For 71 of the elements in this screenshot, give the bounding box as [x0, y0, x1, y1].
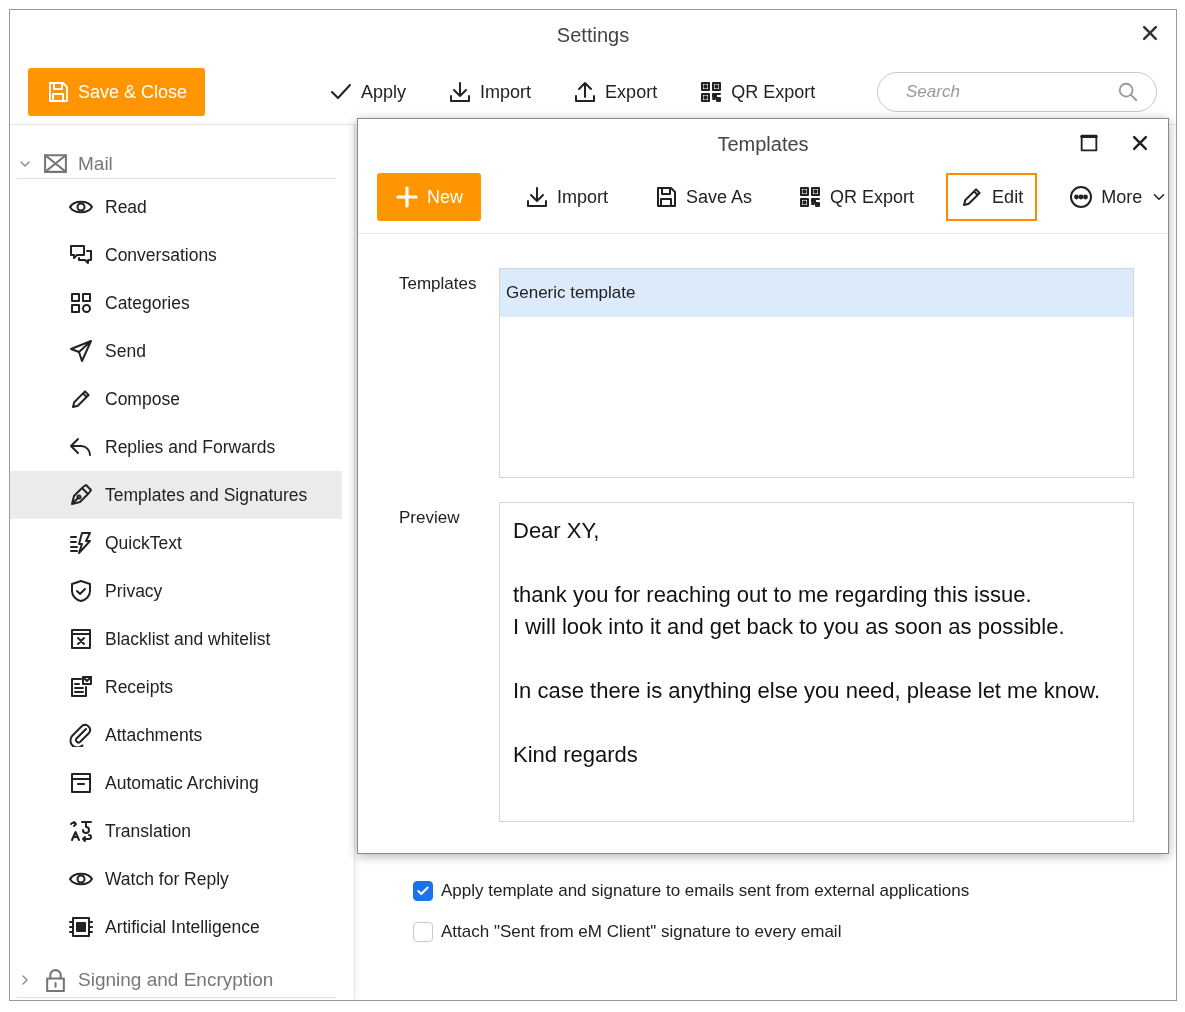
plus-icon: [395, 185, 419, 209]
checkmark-icon: [416, 884, 430, 898]
translate-icon: [69, 819, 93, 843]
qr-code-icon: [699, 80, 724, 104]
toolbar-button[interactable]: QR Export: [784, 173, 929, 221]
template-item[interactable]: Generic template: [500, 269, 1133, 317]
checkbox-label: Apply template and signature to emails sent from external applications: [441, 881, 970, 901]
close-button[interactable]: [1140, 23, 1160, 43]
preview-paragraph: Kind regards: [513, 741, 639, 769]
sidebar-group[interactable]: Signing and Encryption: [78, 969, 274, 991]
reply-arrow-icon: [69, 435, 93, 459]
sidebar-item[interactable]: Translation: [10, 807, 342, 855]
sidebar-item[interactable]: Templates and Signatures: [10, 471, 342, 519]
upload-icon: [573, 80, 598, 104]
sidebar-item[interactable]: Replies and Forwards: [10, 423, 342, 471]
toolbar-button[interactable]: Save As: [640, 173, 767, 221]
download-icon: [525, 185, 549, 209]
paper-plane-icon: [69, 339, 93, 363]
sidebar-item[interactable]: Receipts: [10, 663, 342, 711]
ellipsis-circle-icon: [1069, 185, 1094, 209]
checkbox[interactable]: [413, 922, 433, 942]
sidebar-item[interactable]: QuickText: [10, 519, 342, 567]
sidebar-item[interactable]: Automatic Archiving: [10, 759, 342, 807]
search-icon: [1117, 81, 1139, 103]
padlock-icon: [43, 967, 68, 993]
maximize-button[interactable]: [1078, 132, 1100, 154]
sidebar-item[interactable]: Send: [10, 327, 342, 375]
shield-check-icon: [69, 579, 93, 603]
toolbar-button[interactable]: More: [1055, 173, 1176, 221]
field-label: Preview: [399, 507, 461, 529]
lightning-list-icon: [69, 531, 93, 555]
search-field[interactable]: Search: [877, 72, 1157, 112]
box-x-icon: [69, 627, 93, 651]
chip-icon: [69, 915, 93, 939]
sidebar-item[interactable]: Attachments: [10, 711, 342, 759]
sidebar-item[interactable]: Watch for Reply: [10, 855, 342, 903]
preview-paragraph: thank you for reaching out to me regarding this issue. I will look into it and get back to you as soon as possible.: [513, 581, 1066, 641]
sidebar-item[interactable]: Read: [10, 183, 342, 231]
sidebar-item[interactable]: Compose: [10, 375, 342, 423]
sidebar-item[interactable]: Privacy: [10, 567, 342, 615]
toolbar-button[interactable]: Import: [434, 68, 546, 116]
archive-box-icon: [69, 771, 93, 795]
envelope-icon: [43, 151, 68, 176]
toolbar-button[interactable]: Edit: [946, 173, 1038, 221]
close-icon: [1140, 23, 1160, 43]
checkbox-label: Attach "Sent from eM Client" signature to every email: [441, 922, 842, 942]
pen-nib-icon: [69, 483, 93, 507]
sidebar-group[interactable]: Mail: [78, 152, 113, 175]
chat-bubbles-icon: [69, 243, 93, 267]
qr-code-icon: [798, 185, 823, 209]
field-label: Templates: [399, 273, 478, 295]
toolbar-button[interactable]: Apply: [315, 68, 421, 116]
toolbar-button[interactable]: QR Export: [685, 68, 830, 116]
checkbox[interactable]: [413, 881, 433, 901]
dialog-title: Templates: [717, 132, 809, 156]
maximize-icon: [1078, 132, 1100, 154]
close-icon: [1130, 133, 1150, 153]
paperclip-icon: [69, 723, 93, 747]
sidebar-item[interactable]: Conversations: [10, 231, 342, 279]
grid-icon: [69, 291, 93, 315]
preview-paragraph: In case there is anything else you need, please let me know.: [513, 677, 1102, 705]
download-icon: [448, 80, 473, 104]
toolbar-button[interactable]: Export: [559, 68, 672, 116]
sidebar-item[interactable]: Categories: [10, 279, 342, 327]
close-button[interactable]: [1130, 133, 1150, 153]
receipt-icon: [69, 675, 93, 699]
toolbar-button[interactable]: Import: [511, 173, 623, 221]
sidebar-item[interactable]: Artificial Intelligence: [10, 903, 342, 951]
window-title: Settings: [556, 23, 630, 47]
preview-paragraph: Dear XY,: [513, 517, 601, 545]
sidebar-item[interactable]: Blacklist and whitelist: [10, 615, 342, 663]
